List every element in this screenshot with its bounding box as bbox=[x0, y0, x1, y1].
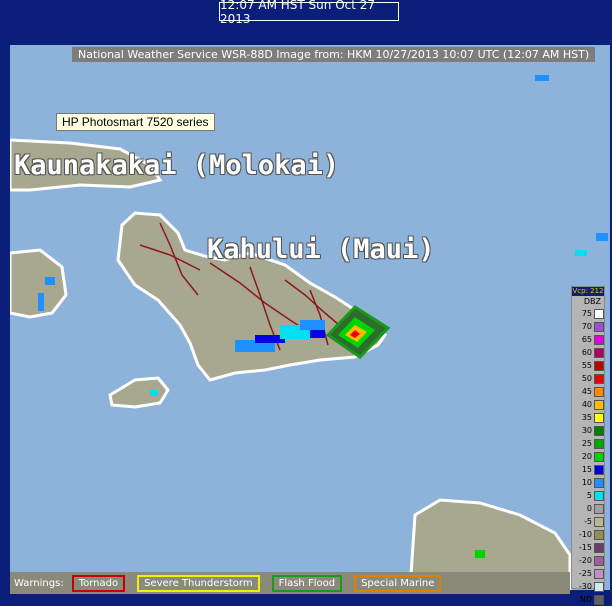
legend-level-label: 45 bbox=[581, 387, 592, 396]
flash-flood-warning-key: Flash Flood bbox=[271, 574, 343, 592]
legend-rows: 75 70 65 60 55 50 45 40 35 30 25 20 15 10 5 0 -5 -10 -15 -2… bbox=[572, 307, 604, 606]
legend-color-swatch bbox=[594, 360, 604, 371]
legend-level-label: -15 bbox=[578, 543, 592, 552]
legend-row: 40 bbox=[572, 398, 604, 411]
legend-row: 15 bbox=[572, 463, 604, 476]
maui-label: Kahului (Maui) bbox=[207, 234, 435, 265]
legend-row: 20 bbox=[572, 450, 604, 463]
legend-level-label: -5 bbox=[584, 517, 592, 526]
legend-level-label: 10 bbox=[581, 478, 592, 487]
legend-row: 65 bbox=[572, 333, 604, 346]
legend-level-label: -10 bbox=[578, 530, 592, 539]
legend-level-label: 60 bbox=[581, 348, 592, 357]
legend-color-swatch bbox=[594, 438, 604, 449]
printer-tooltip: HP Photosmart 7520 series bbox=[56, 113, 215, 131]
tornado-warning-key: Tornado bbox=[71, 574, 126, 592]
timestamp-box: 12:07 AM HST Sun Oct 27 2013 bbox=[219, 0, 399, 26]
kahoolawe-island bbox=[108, 376, 170, 409]
legend-level-label: 0 bbox=[586, 504, 592, 513]
legend-color-swatch bbox=[594, 399, 604, 410]
legend-level-label: 20 bbox=[581, 452, 592, 461]
legend-row: ND bbox=[572, 593, 604, 606]
warnings-title: Warnings: bbox=[14, 577, 64, 589]
legend-level-label: 25 bbox=[581, 439, 592, 448]
legend-row: 45 bbox=[572, 385, 604, 398]
legend-level-label: ND bbox=[579, 595, 592, 604]
legend-color-swatch bbox=[594, 334, 604, 345]
legend-color-swatch bbox=[594, 542, 604, 553]
legend-level-label: 50 bbox=[581, 374, 592, 383]
legend-color-swatch bbox=[594, 568, 604, 579]
legend-row: -25 bbox=[572, 567, 604, 580]
legend-color-swatch bbox=[594, 464, 604, 475]
severe-thunderstorm-warning-key: Severe Thunderstorm bbox=[137, 574, 260, 592]
legend-level-label: -25 bbox=[578, 569, 592, 578]
legend-color-swatch bbox=[594, 503, 604, 514]
legend-row: -30 bbox=[572, 580, 604, 593]
legend-color-swatch bbox=[594, 308, 604, 319]
dbz-unit-label: DBZ bbox=[583, 297, 601, 306]
legend-level-label: 70 bbox=[581, 322, 592, 331]
legend-color-swatch bbox=[594, 347, 604, 358]
legend-row: 70 bbox=[572, 320, 604, 333]
legend-row: 55 bbox=[572, 359, 604, 372]
legend-color-swatch bbox=[594, 373, 604, 384]
legend-level-label: 65 bbox=[581, 335, 592, 344]
legend-color-swatch bbox=[594, 412, 604, 423]
legend-color-swatch bbox=[594, 477, 604, 488]
legend-color-swatch bbox=[594, 386, 604, 397]
legend-level-label: 15 bbox=[581, 465, 592, 474]
legend-level-label: -30 bbox=[578, 582, 592, 591]
legend-level-label: 5 bbox=[586, 491, 592, 500]
legend-level-label: 35 bbox=[581, 413, 592, 422]
legend-row: -15 bbox=[572, 541, 604, 554]
legend-row: 75 bbox=[572, 307, 604, 320]
legend-row: 60 bbox=[572, 346, 604, 359]
legend-level-label: 55 bbox=[581, 361, 592, 370]
legend-color-swatch bbox=[594, 321, 604, 332]
special-marine-warning-key: Special Marine bbox=[354, 574, 442, 592]
legend-level-label: -20 bbox=[578, 556, 592, 565]
legend-row: 30 bbox=[572, 424, 604, 437]
vcp-label: Vcp: 212 bbox=[572, 287, 604, 296]
timestamp-text: 12:07 AM HST Sun Oct 27 2013 bbox=[220, 0, 376, 26]
warnings-bar: Warnings: Tornado Severe Thunderstorm Fl… bbox=[10, 572, 570, 594]
legend-color-swatch bbox=[594, 425, 604, 436]
legend-row: -10 bbox=[572, 528, 604, 541]
nws-header: National Weather Service WSR-88D Image f… bbox=[72, 47, 596, 62]
legend-level-label: 30 bbox=[581, 426, 592, 435]
legend-color-swatch bbox=[594, 581, 604, 592]
legend-row: 10 bbox=[572, 476, 604, 489]
legend-level-label: 40 bbox=[581, 400, 592, 409]
legend-row: 0 bbox=[572, 502, 604, 515]
legend-color-swatch bbox=[594, 555, 604, 566]
legend-level-label: 75 bbox=[581, 309, 592, 318]
legend-row: 50 bbox=[572, 372, 604, 385]
molokai-label: Kaunakakai (Molokai) bbox=[14, 150, 340, 181]
legend-color-swatch bbox=[594, 451, 604, 462]
legend-row: -5 bbox=[572, 515, 604, 528]
legend-row: 35 bbox=[572, 411, 604, 424]
legend-color-swatch bbox=[594, 594, 604, 605]
legend-color-swatch bbox=[594, 516, 604, 527]
dbz-legend: Vcp: 212 DBZ 75 70 65 60 55 50 45 40 35 30 25 20 15 1… bbox=[571, 286, 605, 605]
legend-color-swatch bbox=[594, 529, 604, 540]
legend-row: 25 bbox=[572, 437, 604, 450]
legend-color-swatch bbox=[594, 490, 604, 501]
legend-row: -20 bbox=[572, 554, 604, 567]
legend-row: 5 bbox=[572, 489, 604, 502]
